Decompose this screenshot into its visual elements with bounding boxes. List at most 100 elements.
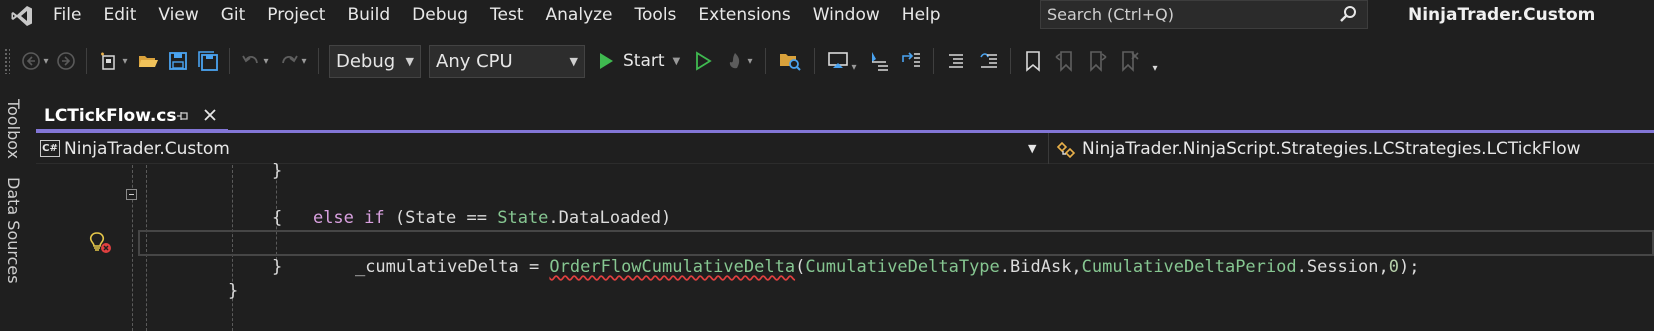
chevron-down-icon: ▼: [405, 54, 414, 68]
chevron-down-icon[interactable]: ▾: [122, 56, 127, 67]
menu-project[interactable]: Project: [256, 0, 336, 31]
menu-test[interactable]: Test: [479, 0, 534, 31]
chevron-down-icon[interactable]: ▼: [1028, 142, 1036, 155]
configuration-value: Debug: [336, 50, 396, 72]
visual-studio-logo-icon[interactable]: [0, 0, 44, 31]
number-literal: 0: [1388, 257, 1399, 277]
open-folder-icon[interactable]: [133, 46, 163, 76]
chevron-down-icon[interactable]: ▾: [851, 62, 856, 73]
toolbox-tab[interactable]: Toolbox: [4, 99, 23, 159]
chevron-down-icon[interactable]: ▾: [263, 56, 268, 67]
project-name: NinjaTrader.Custom: [64, 138, 230, 159]
navbar-divider: [1048, 133, 1049, 164]
left-tool-rail: Toolbox Data Sources: [0, 95, 28, 331]
menu-view[interactable]: View: [147, 0, 209, 31]
start-label: Start: [623, 51, 665, 71]
toolbar-separator: [814, 48, 815, 74]
step-over-icon[interactable]: [895, 46, 927, 76]
menu-file[interactable]: File: [44, 0, 92, 31]
pin-icon[interactable]: [176, 109, 190, 127]
code-text: (State ==: [384, 208, 498, 228]
code-text: .DataLoaded): [548, 208, 672, 228]
collapse-region-icon[interactable]: [126, 189, 137, 200]
menu-help[interactable]: Help: [891, 0, 952, 31]
code-text: .BidAsk,: [999, 257, 1082, 277]
lightbulb-error-icon[interactable]: [88, 231, 114, 255]
menu-bar: File Edit View Git Project Build Debug Test Anal…: [0, 0, 1654, 31]
code-line-close-brace-outer: }: [228, 281, 239, 301]
chevron-down-icon: ▾: [1152, 62, 1158, 74]
solution-platform-dropdown[interactable]: Any CPU ▼: [429, 44, 585, 78]
code-text: .Session,: [1296, 257, 1389, 277]
tab-title: LCTickFlow.cs: [44, 105, 177, 126]
type-name: NinjaTrader.NinjaScript.Strategies.LCStr…: [1082, 138, 1581, 159]
type-dropdown[interactable]: NinjaTrader.NinjaScript.Strategies.LCStr…: [1056, 137, 1581, 160]
menu-build[interactable]: Build: [336, 0, 401, 31]
navigate-back-icon[interactable]: ▾: [18, 46, 52, 76]
menu-analyze[interactable]: Analyze: [535, 0, 624, 31]
undo-icon[interactable]: ▾: [236, 46, 274, 76]
toolbar-separator: [1010, 48, 1011, 74]
search-box[interactable]: Search (Ctrl+Q): [1040, 0, 1368, 29]
next-bookmark-icon[interactable]: [1081, 46, 1113, 76]
chevron-down-icon[interactable]: ▾: [747, 56, 752, 67]
chevron-down-icon[interactable]: ▾: [43, 56, 48, 67]
project-dropdown[interactable]: C# NinjaTrader.Custom: [40, 137, 1040, 160]
save-icon[interactable]: [163, 46, 193, 76]
type-cumulative-delta-type: CumulativeDeltaType: [805, 257, 1000, 277]
redo-icon[interactable]: ▾: [274, 46, 312, 76]
code-text: (: [795, 257, 806, 277]
standard-toolbar: ▾ ▾ ▾ ▾ Debug ▼ Any CPU ▼ Start ▼ ▾ ▾ ▾: [0, 41, 1654, 81]
hot-reload-icon[interactable]: ▾: [719, 46, 759, 76]
save-all-icon[interactable]: [193, 46, 223, 76]
toolbar-separator: [765, 48, 766, 74]
navigate-forward-icon[interactable]: [52, 46, 80, 76]
menu-window[interactable]: Window: [802, 0, 891, 31]
clear-bookmarks-icon[interactable]: [1113, 46, 1145, 76]
toolbar-grip[interactable]: [4, 48, 10, 74]
code-line-else-if: else if (State == State.DataLoaded): [272, 182, 671, 228]
window-title: NinjaTrader.Custom: [1408, 5, 1596, 25]
chevron-down-icon[interactable]: ▾: [301, 56, 306, 67]
type-cumulative-delta-period: CumulativeDeltaPeriod: [1081, 257, 1297, 277]
menu-tools[interactable]: Tools: [624, 0, 688, 31]
comment-lines-icon[interactable]: [940, 46, 972, 76]
code-line-open-brace: {: [272, 208, 283, 228]
tab-lctickflow[interactable]: LCTickFlow.cs: [36, 102, 228, 132]
type-state: State: [497, 208, 549, 228]
toolbar-separator: [933, 48, 934, 74]
start-debugging-button[interactable]: Start ▼: [597, 46, 687, 76]
main-menu: File Edit View Git Project Build Debug Test Anal…: [44, 0, 952, 31]
play-icon: [600, 53, 613, 69]
toggle-bookmark-icon[interactable]: [1017, 46, 1049, 76]
start-without-debugging-icon[interactable]: [687, 46, 719, 76]
chevron-down-icon: ▼: [569, 54, 578, 68]
previous-bookmark-icon[interactable]: [1049, 46, 1081, 76]
search-icon[interactable]: [1339, 5, 1357, 27]
document-tab-strip: LCTickFlow.cs: [36, 102, 1654, 132]
class-icon: [1056, 141, 1076, 158]
uncomment-lines-icon[interactable]: [972, 46, 1004, 76]
solution-configuration-dropdown[interactable]: Debug ▼: [329, 44, 421, 78]
variable-cumulative-delta: _cumulativeDelta =: [354, 257, 550, 277]
keyword-if: if: [364, 208, 385, 228]
solution-explorer-icon[interactable]: ▾: [821, 46, 863, 76]
new-project-icon[interactable]: ▾: [93, 46, 133, 76]
toolbar-overflow-icon[interactable]: ▾: [1145, 46, 1163, 76]
close-icon[interactable]: [202, 104, 218, 128]
menu-extensions[interactable]: Extensions: [687, 0, 801, 31]
method-orderflow-cumulative-delta: OrderFlowCumulativeDelta: [549, 257, 796, 277]
menu-git[interactable]: Git: [210, 0, 257, 31]
code-line-closing-brace: }: [272, 161, 283, 181]
code-editor[interactable]: } else if (State == State.DataLoaded) { …: [36, 161, 1654, 331]
data-sources-tab[interactable]: Data Sources: [4, 177, 23, 284]
find-in-files-icon[interactable]: [772, 46, 808, 76]
menu-edit[interactable]: Edit: [92, 0, 147, 31]
platform-value: Any CPU: [436, 50, 513, 72]
keyword-else: else: [312, 208, 354, 228]
chevron-down-icon[interactable]: ▼: [673, 56, 681, 67]
toolbar-separator: [229, 48, 230, 74]
toolbar-separator: [86, 48, 87, 74]
step-into-icon[interactable]: [863, 46, 895, 76]
menu-debug[interactable]: Debug: [401, 0, 479, 31]
